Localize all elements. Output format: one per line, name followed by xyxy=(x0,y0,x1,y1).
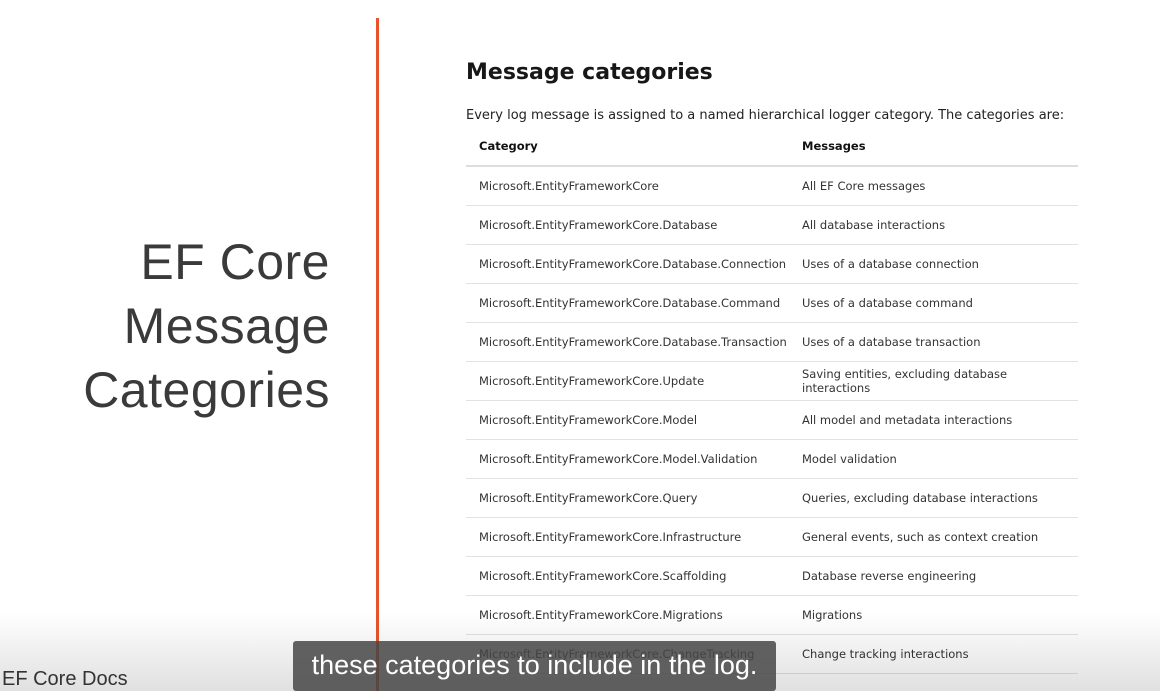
table-row: Microsoft.EntityFrameworkCore.Database Al… xyxy=(466,205,1078,245)
slide-title-line: EF Core xyxy=(140,234,330,290)
category-cell: Microsoft.EntityFrameworkCore xyxy=(466,166,789,206)
messages-cell: Saving entities, excluding database inte… xyxy=(789,361,1078,401)
table-row: Microsoft.EntityFrameworkCore All EF Core… xyxy=(466,166,1078,206)
messages-cell: Database reverse engineering xyxy=(789,556,1078,596)
slide-title-line: Categories xyxy=(83,362,330,418)
slide-title: EF Core Message Categories xyxy=(83,230,330,422)
messages-cell: General events, such as context creation xyxy=(789,517,1078,557)
slide-title-line: Message xyxy=(123,298,330,354)
slide-footer: EF Core Docs xyxy=(2,668,128,690)
doc-intro: Every log message is assigned to a named… xyxy=(466,108,1065,123)
doc-heading: Message categories xyxy=(466,60,713,85)
table-row: Microsoft.EntityFrameworkCore.Database.T… xyxy=(466,322,1078,362)
table-row: Microsoft.EntityFrameworkCore.Query Queri… xyxy=(466,478,1078,518)
category-cell: Microsoft.EntityFrameworkCore.Database.C… xyxy=(466,283,789,323)
category-cell: Microsoft.EntityFrameworkCore.Database.T… xyxy=(466,322,789,362)
category-cell: Microsoft.EntityFrameworkCore.Scaffoldin… xyxy=(466,556,789,596)
categories-table: Category Messages Microsoft.EntityFramew… xyxy=(466,127,1078,674)
column-header-messages: Messages xyxy=(789,127,1078,167)
category-cell: Microsoft.EntityFrameworkCore.Model xyxy=(466,400,789,440)
category-cell: Microsoft.EntityFrameworkCore.Database xyxy=(466,205,789,245)
messages-cell: Uses of a database command xyxy=(789,283,1078,323)
table-row: Microsoft.EntityFrameworkCore.Model All m… xyxy=(466,400,1078,440)
doc-excerpt: Message categories Every log message is … xyxy=(466,60,1078,674)
table-row: Microsoft.EntityFrameworkCore.Database.C… xyxy=(466,283,1078,323)
table-row: Microsoft.EntityFrameworkCore.Update Savi… xyxy=(466,361,1078,401)
category-cell: Microsoft.EntityFrameworkCore.Infrastruc… xyxy=(466,517,789,557)
table-header-row: Category Messages xyxy=(466,127,1078,167)
table-row: Microsoft.EntityFrameworkCore.Model.Vali… xyxy=(466,439,1078,479)
video-caption: these categories to include in the log. xyxy=(293,641,776,691)
column-header-category: Category xyxy=(466,127,789,167)
table-row: Microsoft.EntityFrameworkCore.Scaffoldin… xyxy=(466,556,1078,596)
messages-cell: All EF Core messages xyxy=(789,166,1078,206)
accent-divider xyxy=(376,18,379,691)
table-row: Microsoft.EntityFrameworkCore.Infrastruc… xyxy=(466,517,1078,557)
messages-cell: Uses of a database connection xyxy=(789,244,1078,284)
messages-cell: Queries, excluding database interactions xyxy=(789,478,1078,518)
messages-cell: All model and metadata interactions xyxy=(789,400,1078,440)
messages-cell: Model validation xyxy=(789,439,1078,479)
table-row: Microsoft.EntityFrameworkCore.Database.C… xyxy=(466,244,1078,284)
messages-cell: All database interactions xyxy=(789,205,1078,245)
category-cell: Microsoft.EntityFrameworkCore.Model.Vali… xyxy=(466,439,789,479)
category-cell: Microsoft.EntityFrameworkCore.Database.C… xyxy=(466,244,789,284)
messages-cell: Uses of a database transaction xyxy=(789,322,1078,362)
category-cell: Microsoft.EntityFrameworkCore.Update xyxy=(466,361,789,401)
category-cell: Microsoft.EntityFrameworkCore.Query xyxy=(466,478,789,518)
